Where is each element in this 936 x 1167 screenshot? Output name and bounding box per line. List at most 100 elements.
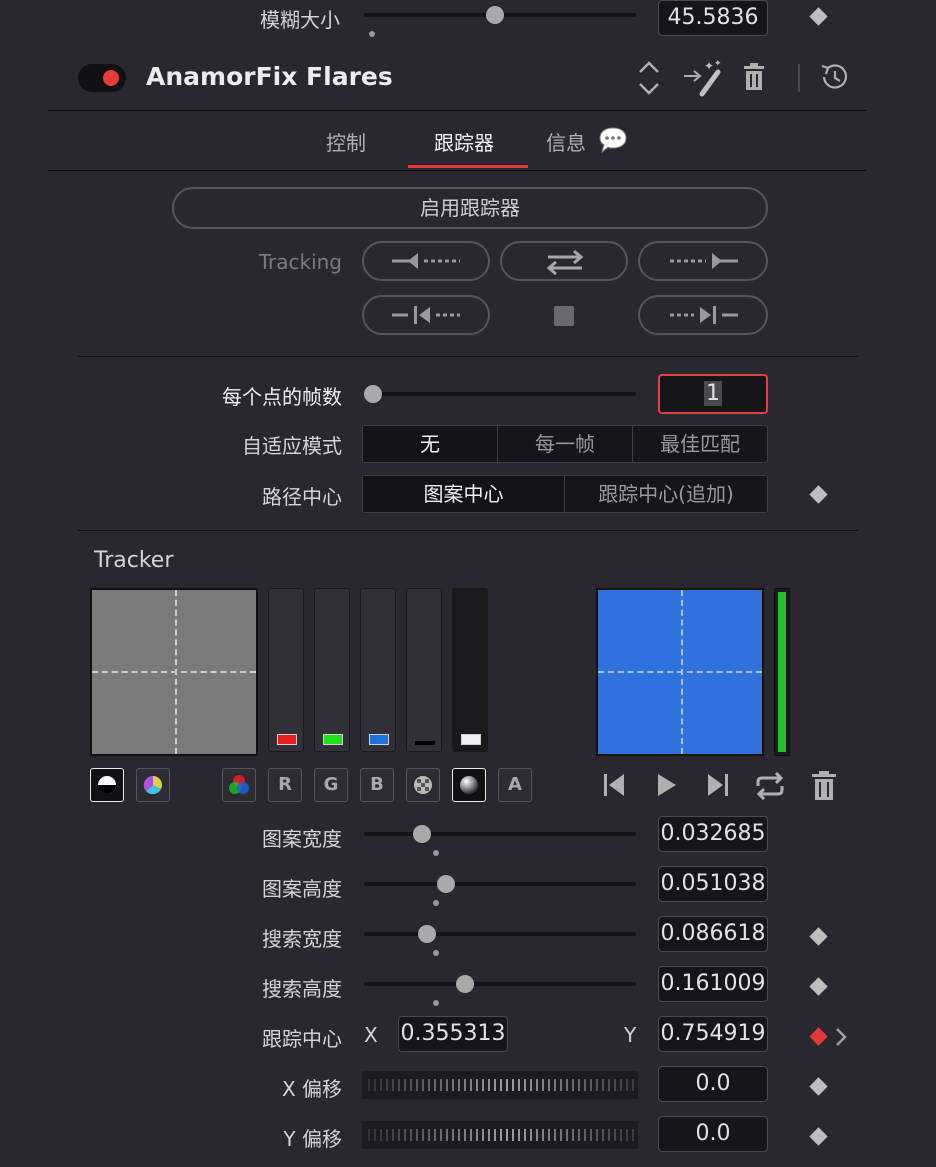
pattern-display-mode-button[interactable] — [90, 768, 124, 802]
chevron-right-icon[interactable] — [834, 1027, 848, 1047]
checker-channel-button[interactable] — [406, 768, 440, 802]
tab-controls[interactable]: 控制 — [326, 127, 366, 156]
luma-channel-button[interactable] — [452, 768, 486, 802]
magic-wand-icon[interactable]: ✦ ✦ — [682, 58, 724, 98]
jog-tick — [530, 1079, 532, 1091]
search-width-slider[interactable] — [364, 925, 636, 943]
frames-per-point-label: 每个点的帧数 — [222, 385, 342, 409]
jog-tick — [578, 1079, 580, 1091]
blur-size-keyframe-icon[interactable] — [809, 7, 828, 26]
frames-per-point-slider[interactable] — [364, 385, 636, 403]
pattern-width-thumb[interactable] — [413, 825, 431, 843]
x-offset-value[interactable]: 0.0 — [658, 1066, 768, 1102]
y-offset-keyframe-icon[interactable] — [809, 1127, 828, 1146]
jog-tick — [602, 1079, 604, 1091]
reset-icon[interactable] — [818, 62, 850, 92]
alpha-channel-bar — [452, 588, 488, 752]
red-channel-button[interactable]: R — [268, 768, 302, 802]
tab-info[interactable]: 信息 — [546, 127, 586, 156]
tracker-section-title: Tracker — [94, 548, 174, 573]
frames-per-point-value: 1 — [704, 381, 722, 406]
header-separator — [48, 110, 866, 111]
track-center-x-value[interactable]: 0.355313 — [398, 1016, 508, 1052]
track-backward-button[interactable] — [362, 241, 490, 281]
loop-icon[interactable] — [754, 772, 786, 800]
path-center-track-append[interactable]: 跟踪中心(追加) — [565, 476, 767, 512]
blur-size-thumb[interactable] — [486, 6, 504, 24]
path-center-selector[interactable]: 图案中心 跟踪中心(追加) — [362, 475, 768, 513]
jog-tick — [434, 1129, 436, 1141]
track-both-directions-button[interactable] — [500, 241, 628, 281]
play-icon[interactable] — [656, 772, 678, 798]
jog-tick — [374, 1079, 376, 1091]
jump-to-end-icon[interactable] — [706, 772, 730, 798]
pattern-height-thumb[interactable] — [437, 875, 455, 893]
green-channel-button[interactable]: G — [314, 768, 348, 802]
frames-per-point-input[interactable]: 1 — [658, 374, 768, 414]
jog-tick — [536, 1129, 538, 1141]
jog-tick — [560, 1129, 562, 1141]
y-offset-value[interactable]: 0.0 — [658, 1116, 768, 1152]
delete-effect-icon[interactable] — [742, 62, 766, 92]
x-offset-keyframe-icon[interactable] — [809, 1077, 828, 1096]
search-height-keyframe-icon[interactable] — [809, 977, 828, 996]
pattern-height-value[interactable]: 0.051038 — [658, 866, 768, 902]
x-offset-jog[interactable] — [362, 1071, 638, 1099]
rgb-channel-button[interactable] — [222, 768, 256, 802]
adaptive-mode-selector[interactable]: 无 每一帧 最佳匹配 — [362, 425, 768, 463]
track-to-start-button[interactable] — [362, 295, 490, 335]
blur-size-value[interactable]: 45.5836 — [658, 0, 768, 36]
search-height-value[interactable]: 0.161009 — [658, 966, 768, 1002]
pattern-width-label: 图案宽度 — [262, 827, 342, 851]
track-forward-button[interactable] — [638, 241, 768, 281]
jog-tick — [398, 1079, 400, 1091]
path-center-keyframe-icon[interactable] — [809, 485, 828, 504]
jump-to-start-icon[interactable] — [602, 772, 626, 798]
tab-tracker[interactable]: 跟踪器 — [434, 127, 494, 156]
jog-tick — [464, 1129, 466, 1141]
jog-tick — [368, 1079, 370, 1091]
adaptive-mode-every-frame[interactable]: 每一帧 — [498, 426, 633, 462]
swap-arrows-icon — [546, 249, 584, 275]
jog-tick — [548, 1079, 550, 1091]
jog-tick — [518, 1129, 520, 1141]
enable-tracker-button[interactable]: 启用跟踪器 — [172, 187, 768, 229]
adaptive-mode-best-match[interactable]: 最佳匹配 — [633, 426, 767, 462]
delete-track-icon[interactable] — [810, 770, 838, 802]
search-height-slider[interactable] — [364, 975, 636, 993]
path-center-pattern[interactable]: 图案中心 — [363, 476, 565, 512]
blue-channel-button[interactable]: B — [360, 768, 394, 802]
track-center-y-value[interactable]: 0.754919 — [658, 1016, 768, 1052]
jog-tick — [488, 1129, 490, 1141]
pattern-height-default-dot — [433, 900, 439, 906]
jog-tick — [392, 1079, 394, 1091]
jog-tick — [596, 1129, 598, 1141]
y-offset-jog[interactable] — [362, 1121, 638, 1149]
frames-per-point-thumb[interactable] — [364, 385, 382, 403]
pattern-width-value[interactable]: 0.032685 — [658, 816, 768, 852]
checkerboard-icon — [414, 776, 432, 794]
search-width-keyframe-icon[interactable] — [809, 927, 828, 946]
search-width-thumb[interactable] — [418, 925, 436, 943]
jog-tick — [572, 1079, 574, 1091]
pattern-preview — [90, 588, 258, 756]
effect-enable-toggle[interactable] — [78, 64, 126, 92]
pattern-width-slider[interactable] — [364, 825, 636, 843]
color-wheel-button[interactable] — [136, 768, 170, 802]
search-height-thumb[interactable] — [456, 975, 474, 993]
jog-tick — [518, 1079, 520, 1091]
pattern-height-slider[interactable] — [364, 875, 636, 893]
expand-collapse-icon[interactable] — [636, 60, 662, 96]
track-center-keyframe-icon[interactable] — [809, 1027, 828, 1046]
step-to-start-icon — [392, 306, 460, 324]
svg-text:✦: ✦ — [714, 59, 722, 69]
track-to-end-button[interactable] — [638, 295, 768, 335]
search-width-value[interactable]: 0.086618 — [658, 916, 768, 952]
path-center-label: 路径中心 — [262, 485, 342, 509]
tracking-label: Tracking — [258, 250, 342, 274]
blur-size-slider[interactable] — [364, 6, 636, 24]
stop-tracking-icon[interactable] — [554, 306, 574, 326]
alpha-channel-button[interactable]: A — [498, 768, 532, 802]
adaptive-mode-none[interactable]: 无 — [363, 426, 498, 462]
match-quality-meter — [774, 588, 790, 756]
